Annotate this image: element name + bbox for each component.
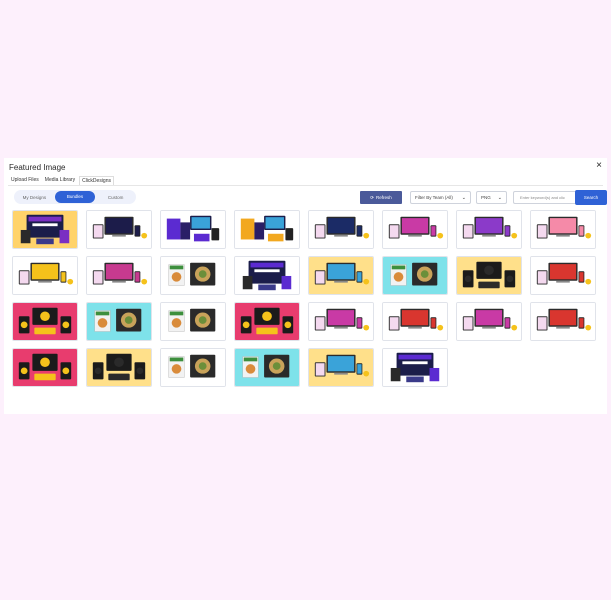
thumbnail-grid (12, 210, 607, 400)
tab-clickdesigns[interactable]: ClickDesigns (79, 176, 114, 185)
thumbnail-image (235, 303, 299, 340)
format-value: PNG (481, 195, 491, 200)
thumbnail-image (13, 211, 77, 248)
thumbnail-image (309, 349, 373, 386)
thumbnail-image (235, 257, 299, 294)
tab-upload-files[interactable]: Upload Files (9, 176, 41, 185)
refresh-button[interactable]: ⟳ Refresh (360, 191, 402, 204)
design-thumbnail[interactable] (456, 256, 522, 295)
design-thumbnail[interactable] (86, 302, 152, 341)
thumbnail-image (13, 349, 77, 386)
design-thumbnail[interactable] (12, 210, 78, 249)
modal-title: Featured Image (9, 163, 66, 172)
thumbnail-image (457, 211, 521, 248)
refresh-label: Refresh (376, 195, 392, 200)
thumbnail-image (235, 211, 299, 248)
design-thumbnail[interactable] (12, 256, 78, 295)
search-input[interactable]: Enter keyword(s) and clic (513, 191, 575, 204)
design-thumbnail[interactable] (530, 210, 596, 249)
design-thumbnail[interactable] (382, 302, 448, 341)
thumbnail-image (383, 349, 447, 386)
thumbnail-image (457, 303, 521, 340)
design-thumbnail[interactable] (160, 210, 226, 249)
thumbnail-image (13, 257, 77, 294)
thumbnail-image (87, 211, 151, 248)
refresh-icon: ⟳ (370, 194, 374, 200)
segment-bundles[interactable]: Bundles (54, 191, 96, 203)
tab-media-library[interactable]: Media Library (43, 176, 77, 185)
featured-image-modal: Featured Image × Upload Files Media Libr… (4, 158, 607, 414)
design-thumbnail[interactable] (86, 256, 152, 295)
thumbnail-image (161, 303, 225, 340)
tab-divider (8, 185, 603, 186)
thumbnail-image (383, 303, 447, 340)
design-thumbnail[interactable] (234, 302, 300, 341)
chevron-down-icon: ⌄ (497, 194, 502, 201)
design-thumbnail[interactable] (234, 256, 300, 295)
design-thumbnail[interactable] (456, 302, 522, 341)
thumbnail-image (309, 257, 373, 294)
thumbnail-image (309, 303, 373, 340)
design-thumbnail[interactable] (308, 302, 374, 341)
thumbnail-image (309, 211, 373, 248)
design-thumbnail[interactable] (308, 256, 374, 295)
design-thumbnail[interactable] (530, 256, 596, 295)
thumbnail-image (87, 303, 151, 340)
thumbnail-image (161, 257, 225, 294)
thumbnail-image (383, 211, 447, 248)
design-thumbnail[interactable] (382, 210, 448, 249)
design-thumbnail[interactable] (12, 348, 78, 387)
thumbnail-image (383, 257, 447, 294)
thumbnail-image (531, 257, 595, 294)
design-thumbnail[interactable] (160, 348, 226, 387)
thumbnail-image (531, 211, 595, 248)
source-tabs: Upload Files Media Library ClickDesigns (9, 176, 116, 185)
thumbnail-image (235, 349, 299, 386)
design-thumbnail[interactable] (234, 210, 300, 249)
design-thumbnail[interactable] (456, 210, 522, 249)
design-thumbnail[interactable] (12, 302, 78, 341)
chevron-down-icon: ⌄ (461, 194, 466, 201)
design-thumbnail[interactable] (308, 348, 374, 387)
segment-custom[interactable]: Custom (95, 191, 136, 203)
design-thumbnail[interactable] (530, 302, 596, 341)
design-thumbnail[interactable] (382, 256, 448, 295)
design-thumbnail[interactable] (308, 210, 374, 249)
design-thumbnail[interactable] (382, 348, 448, 387)
team-filter-value: Filter By Team (All) (415, 195, 453, 200)
thumbnail-image (87, 257, 151, 294)
segment-my-designs[interactable]: My Designs (14, 191, 55, 203)
design-thumbnail[interactable] (160, 256, 226, 295)
close-icon[interactable]: × (596, 161, 602, 171)
design-thumbnail[interactable] (86, 210, 152, 249)
thumbnail-image (161, 211, 225, 248)
thumbnail-image (161, 349, 225, 386)
design-thumbnail[interactable] (234, 348, 300, 387)
design-thumbnail[interactable] (160, 302, 226, 341)
thumbnail-image (531, 303, 595, 340)
search-button[interactable]: Search (575, 190, 607, 205)
thumbnail-image (87, 349, 151, 386)
team-filter-select[interactable]: Filter By Team (All) ⌄ (410, 191, 471, 204)
thumbnail-image (457, 257, 521, 294)
thumbnail-image (13, 303, 77, 340)
design-thumbnail[interactable] (86, 348, 152, 387)
format-select[interactable]: PNG ⌄ (476, 191, 507, 204)
design-type-toggle: My Designs Bundles Custom (14, 190, 136, 204)
